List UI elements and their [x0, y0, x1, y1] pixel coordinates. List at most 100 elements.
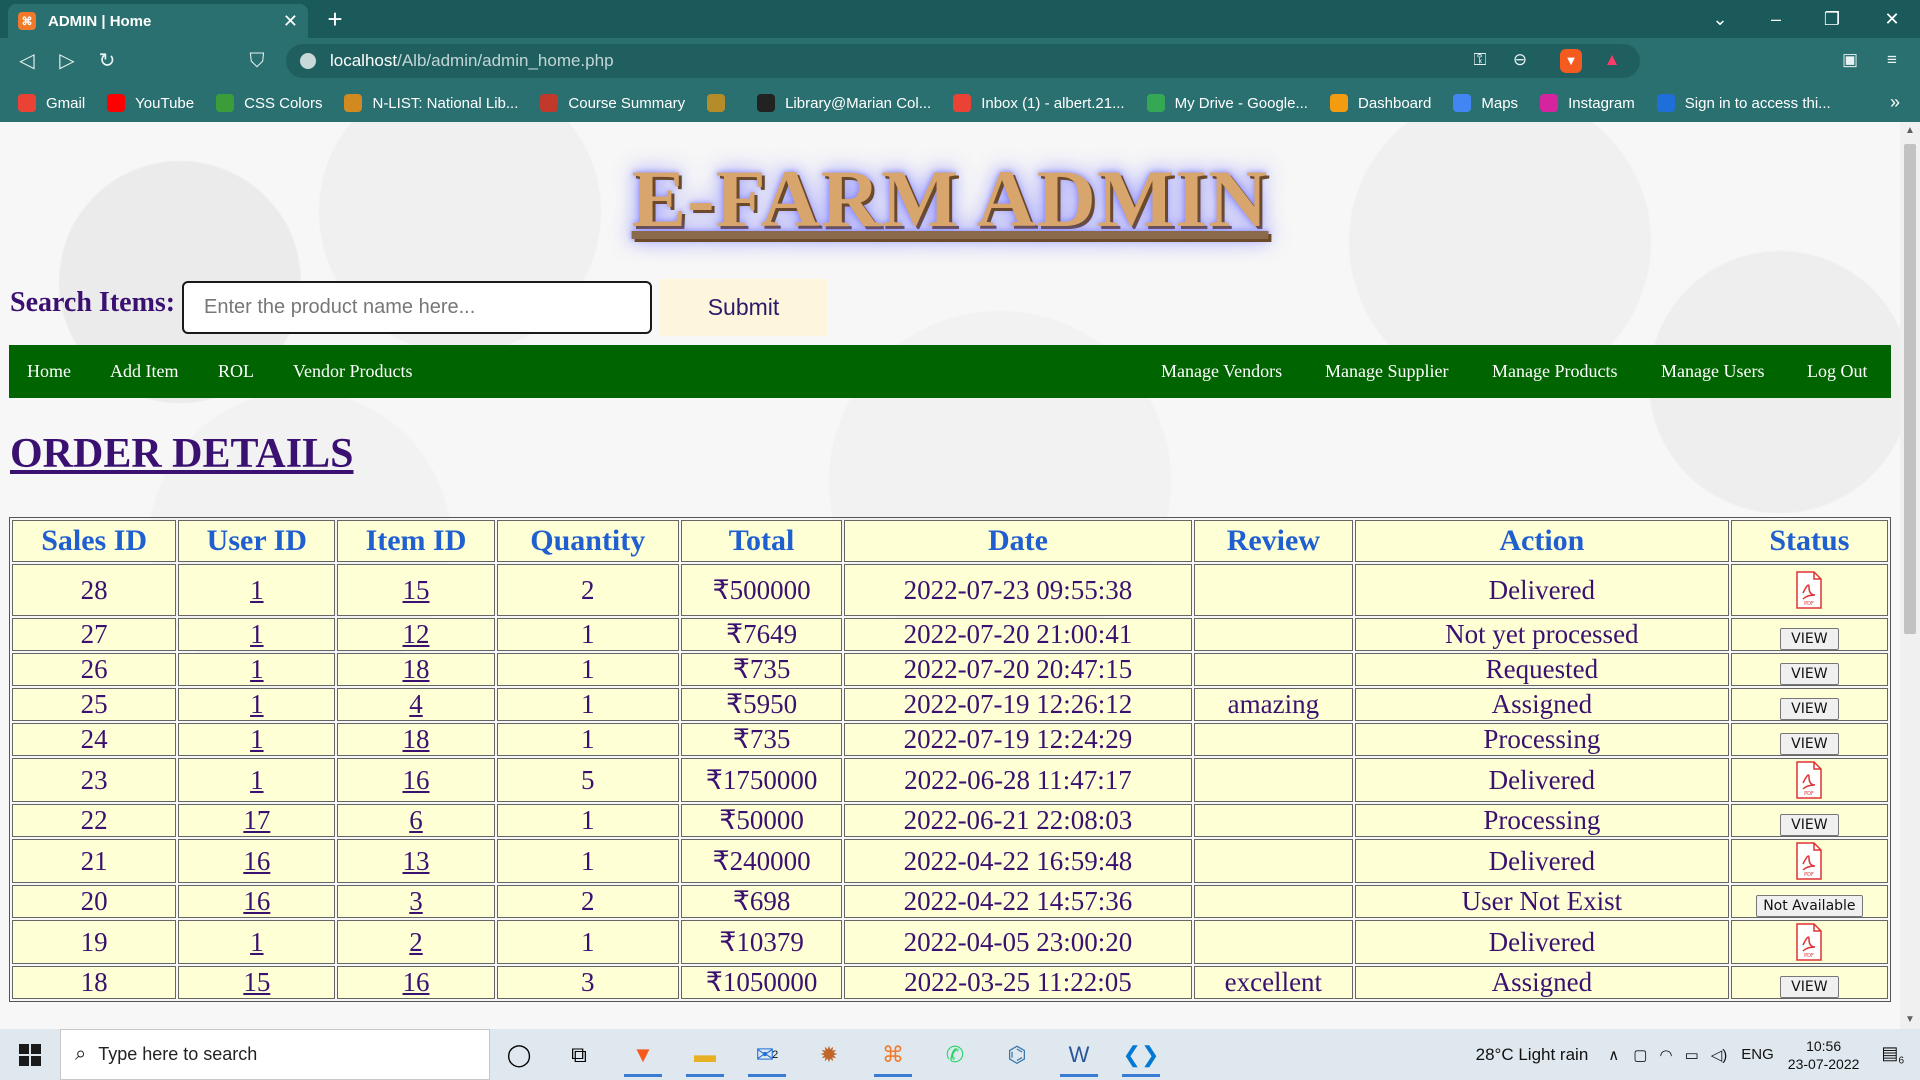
- cell-user-id-link[interactable]: 16: [243, 846, 270, 876]
- cell-user-id[interactable]: 1: [178, 723, 336, 756]
- nav-manage-users[interactable]: Manage Users: [1661, 345, 1764, 398]
- cell-user-id-link[interactable]: 1: [250, 575, 264, 605]
- cell-user-id-link[interactable]: 1: [250, 765, 264, 795]
- cell-item-id[interactable]: 18: [337, 653, 495, 686]
- site-info-icon[interactable]: [300, 53, 316, 69]
- file-explorer-icon[interactable]: ▬: [678, 1032, 732, 1077]
- cell-user-id[interactable]: 1: [178, 920, 336, 964]
- forward-icon[interactable]: ▷: [52, 46, 82, 76]
- bookmark-item[interactable]: Maps: [1453, 94, 1518, 112]
- restore-button[interactable]: ❐: [1804, 0, 1860, 38]
- cell-item-id[interactable]: 3: [337, 885, 495, 918]
- brave-rewards-icon[interactable]: ▲: [1598, 46, 1626, 74]
- cell-user-id[interactable]: 1: [178, 688, 336, 721]
- view-button[interactable]: VIEW: [1780, 976, 1839, 998]
- view-button[interactable]: VIEW: [1780, 814, 1839, 836]
- bookmark-item[interactable]: Sign in to access thi...: [1656, 94, 1831, 112]
- vscode-icon[interactable]: ❮❯: [1114, 1032, 1168, 1077]
- cell-user-id-link[interactable]: 1: [250, 654, 264, 684]
- nav-manage-supplier[interactable]: Manage Supplier: [1325, 345, 1448, 398]
- cell-user-id-link[interactable]: 1: [250, 689, 264, 719]
- cell-user-id-link[interactable]: 15: [243, 967, 270, 997]
- task-view-icon[interactable]: ⧉: [552, 1032, 606, 1077]
- clock[interactable]: 10:56 23-07-2022: [1788, 1037, 1860, 1073]
- xampp-icon[interactable]: ⌘: [866, 1032, 920, 1077]
- cell-item-id[interactable]: 15: [337, 564, 495, 616]
- bookmark-item[interactable]: YouTube: [107, 94, 194, 112]
- battery-icon[interactable]: ▭: [1685, 1046, 1699, 1064]
- scroll-down-icon[interactable]: ▼: [1900, 1011, 1920, 1029]
- key-icon[interactable]: ⚿: [1466, 46, 1494, 74]
- cell-user-id[interactable]: 17: [178, 804, 336, 837]
- bookmark-item[interactable]: Inbox (1) - albert.21...: [953, 94, 1125, 112]
- notification-icon[interactable]: ▤6: [1881, 1043, 1904, 1067]
- submit-button[interactable]: Submit: [660, 279, 827, 336]
- search-input[interactable]: [182, 281, 652, 334]
- not-available-button[interactable]: Not Available: [1756, 895, 1863, 917]
- wallet-icon[interactable]: ▣: [1836, 46, 1864, 74]
- cell-item-id[interactable]: 16: [337, 758, 495, 802]
- nav-rol[interactable]: ROL: [218, 345, 254, 398]
- cell-item-id[interactable]: 12: [337, 618, 495, 651]
- cell-user-id[interactable]: 1: [178, 564, 336, 616]
- mail-icon[interactable]: ✉ 2: [740, 1032, 794, 1077]
- nav-log-out[interactable]: Log Out: [1807, 345, 1868, 398]
- cell-item-id-link[interactable]: 4: [409, 689, 423, 719]
- cell-status[interactable]: PDF: [1730, 564, 1888, 616]
- whatsapp-icon[interactable]: ✆: [928, 1032, 982, 1077]
- cell-item-id[interactable]: 13: [337, 839, 495, 883]
- cell-status[interactable]: PDF: [1730, 839, 1888, 883]
- taskbar-search[interactable]: ⌕ Type here to search: [60, 1029, 490, 1080]
- cell-status[interactable]: PDF: [1730, 920, 1888, 964]
- cell-item-id-link[interactable]: 2: [409, 927, 423, 957]
- python-icon[interactable]: ⌬: [990, 1032, 1044, 1077]
- view-button[interactable]: VIEW: [1780, 628, 1839, 650]
- new-tab-button[interactable]: +: [320, 4, 350, 34]
- wifi-icon[interactable]: ◠: [1659, 1046, 1672, 1064]
- cell-item-id-link[interactable]: 13: [402, 846, 429, 876]
- cell-user-id[interactable]: 16: [178, 839, 336, 883]
- scrollbar-thumb[interactable]: [1904, 144, 1916, 634]
- address-bar[interactable]: localhost/Alb/admin/admin_home.php: [286, 44, 1640, 78]
- bookmark-item[interactable]: CSS Colors: [216, 94, 322, 112]
- app-icon[interactable]: ✹: [802, 1032, 856, 1077]
- back-icon[interactable]: ◁: [12, 46, 42, 76]
- cell-item-id-link[interactable]: 6: [409, 805, 423, 835]
- view-button[interactable]: VIEW: [1780, 663, 1839, 685]
- view-button[interactable]: VIEW: [1780, 698, 1839, 720]
- bookmark-item[interactable]: Instagram: [1540, 94, 1635, 112]
- zoom-icon[interactable]: ⊖: [1506, 46, 1534, 74]
- bookmark-item[interactable]: Dashboard: [1329, 94, 1431, 112]
- start-button[interactable]: [0, 1029, 60, 1080]
- language-indicator[interactable]: ENG: [1741, 1046, 1774, 1063]
- weather-widget[interactable]: 28°C Light rain: [1476, 1045, 1589, 1065]
- cell-user-id[interactable]: 15: [178, 966, 336, 999]
- browser-tab[interactable]: ⌘ ADMIN | Home ✕: [8, 4, 308, 38]
- minimize-button[interactable]: –: [1748, 0, 1804, 38]
- meet-now-icon[interactable]: ▢: [1633, 1046, 1647, 1064]
- cell-user-id[interactable]: 1: [178, 653, 336, 686]
- bookmark-item[interactable]: N-LIST: National Lib...: [344, 94, 518, 112]
- cell-user-id[interactable]: 16: [178, 885, 336, 918]
- cell-item-id-link[interactable]: 18: [402, 724, 429, 754]
- menu-icon[interactable]: ≡: [1878, 46, 1906, 74]
- bookmark-item[interactable]: Course Summary: [540, 94, 685, 112]
- nav-add-item[interactable]: Add Item: [110, 345, 178, 398]
- nav-vendor-products[interactable]: Vendor Products: [293, 345, 413, 398]
- cell-user-id[interactable]: 1: [178, 618, 336, 651]
- cell-item-id[interactable]: 4: [337, 688, 495, 721]
- close-window-button[interactable]: ✕: [1864, 0, 1920, 38]
- nav-manage-vendors[interactable]: Manage Vendors: [1161, 345, 1282, 398]
- cell-item-id-link[interactable]: 3: [409, 886, 423, 916]
- cell-user-id-link[interactable]: 1: [250, 619, 264, 649]
- bookmarks-overflow-icon[interactable]: »: [1890, 92, 1900, 113]
- cell-user-id-link[interactable]: 1: [250, 724, 264, 754]
- cell-item-id-link[interactable]: 16: [402, 765, 429, 795]
- cell-item-id-link[interactable]: 12: [402, 619, 429, 649]
- cell-item-id-link[interactable]: 16: [402, 967, 429, 997]
- bookmark-item[interactable]: [707, 94, 735, 112]
- bookmark-item[interactable]: Gmail: [18, 94, 85, 112]
- reload-icon[interactable]: ↻: [92, 46, 122, 76]
- cell-item-id-link[interactable]: 18: [402, 654, 429, 684]
- bookmark-icon[interactable]: ⛉: [242, 46, 272, 76]
